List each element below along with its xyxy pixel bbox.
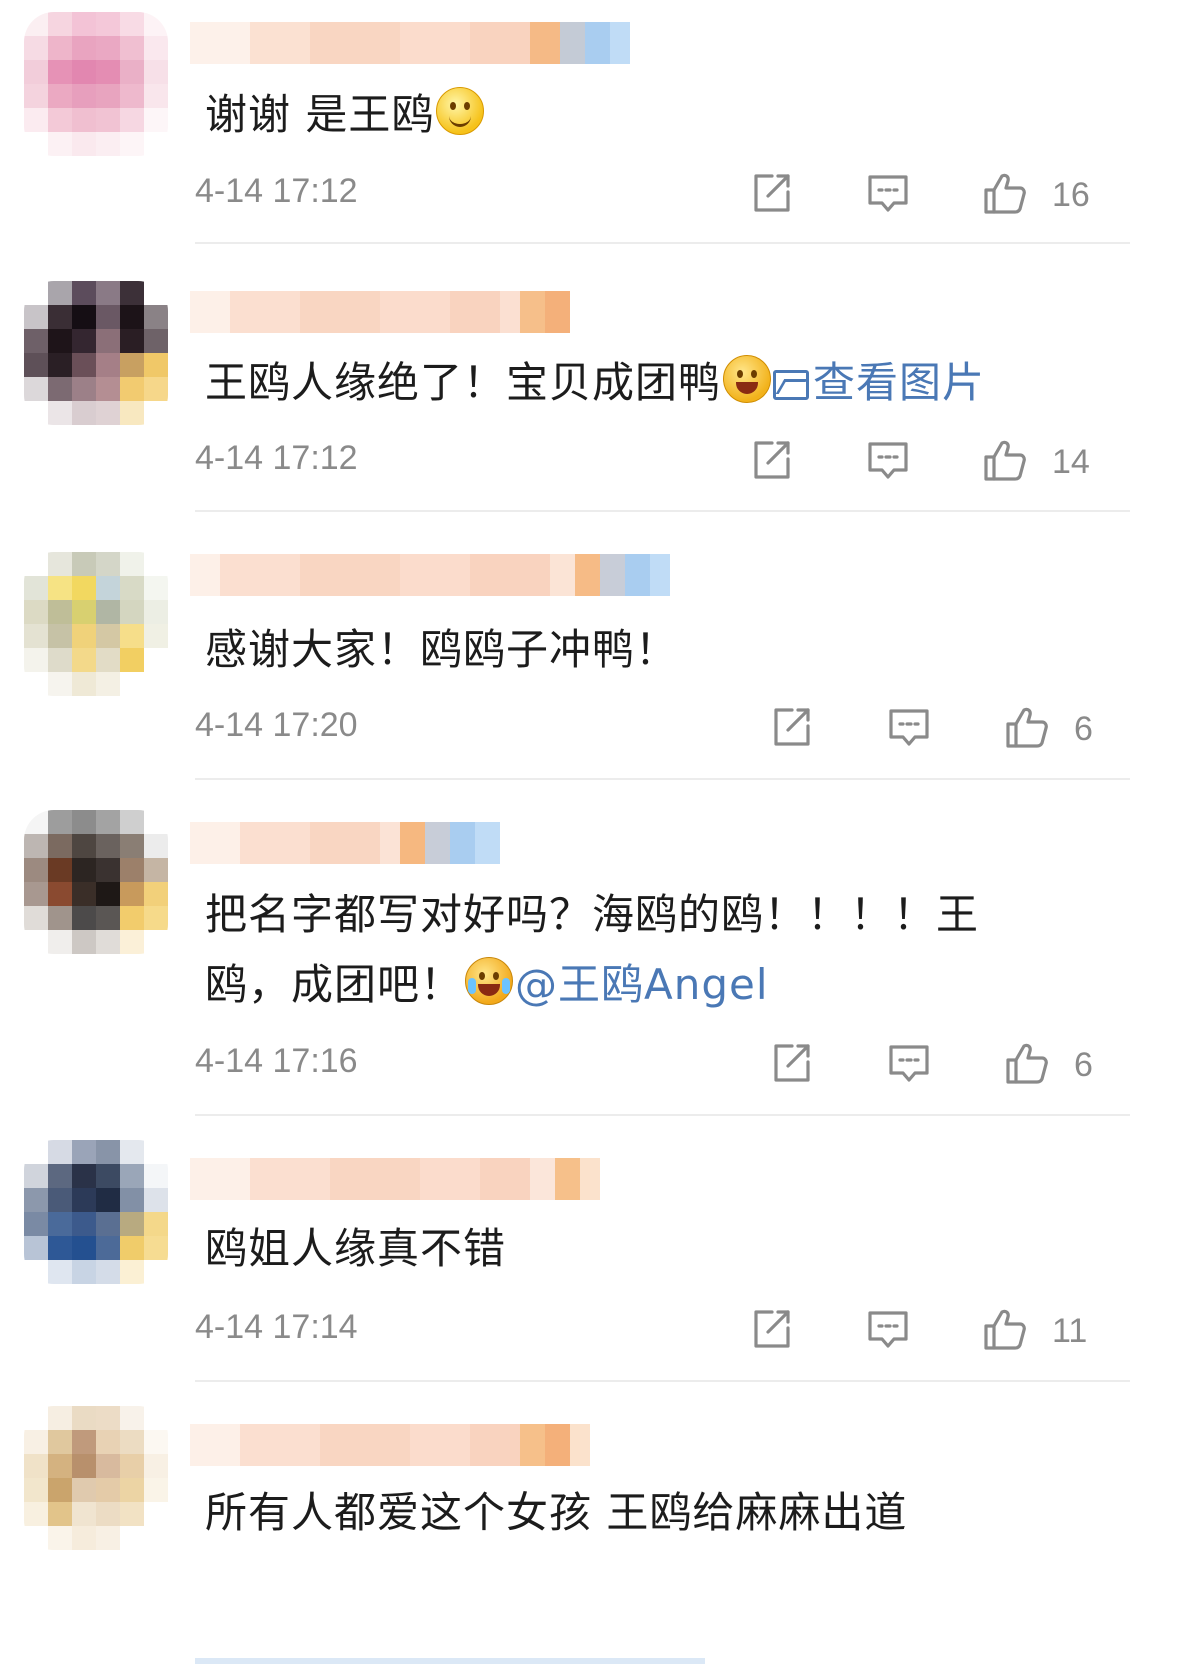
like-count: 14 <box>1052 443 1090 481</box>
comment-item: 谢谢 是王鸥 4-14 17:12 16 <box>0 0 1200 245</box>
comment-item: 鸥姐人缘真不错 4-14 17:14 11 <box>0 1116 1200 1382</box>
view-image-link[interactable]: 查看图片 <box>773 358 985 407</box>
avatar[interactable] <box>24 1140 168 1284</box>
share-icon[interactable] <box>748 1306 794 1352</box>
smile-emoji <box>436 87 485 135</box>
share-icon[interactable] <box>748 170 794 216</box>
like-icon[interactable] <box>982 170 1028 216</box>
timestamp: 4-14 17:14 <box>195 1308 358 1346</box>
username-blurred[interactable] <box>190 1424 590 1466</box>
username-blurred[interactable] <box>190 554 670 596</box>
like-count: 16 <box>1052 176 1090 214</box>
comment-item: 所有人都爱这个女孩 王鸥给麻麻出道 <box>0 1382 1200 1664</box>
comment-text: 所有人都爱这个女孩 王鸥给麻麻出道 <box>205 1478 1105 1548</box>
comment-text: 鸥姐人缘真不错 <box>205 1214 1105 1284</box>
timestamp: 4-14 17:12 <box>195 172 358 210</box>
timestamp: 4-14 17:16 <box>195 1042 358 1080</box>
grin-emoji <box>723 355 772 403</box>
action-bar: 14 <box>740 437 1110 493</box>
like-count: 6 <box>1074 710 1093 748</box>
like-icon[interactable] <box>1004 704 1050 750</box>
like-icon[interactable] <box>982 1306 1028 1352</box>
comment-text: 感谢大家！鸥鸥子冲鸭！ <box>205 615 1105 685</box>
avatar[interactable] <box>24 552 168 696</box>
image-icon <box>773 370 810 400</box>
comment-body: 所有人都爱这个女孩 王鸥给麻麻出道 <box>205 1488 908 1537</box>
comment-body-line2: 鸥，成团吧！ <box>205 960 464 1009</box>
comment-icon[interactable] <box>865 1306 911 1352</box>
comment-icon[interactable] <box>865 437 911 483</box>
username-blurred[interactable] <box>190 22 630 64</box>
avatar[interactable] <box>24 12 168 156</box>
action-bar: 6 <box>740 1040 1110 1096</box>
timestamp: 4-14 17:20 <box>195 706 358 744</box>
username-blurred[interactable] <box>190 822 500 864</box>
like-count: 6 <box>1074 1046 1093 1084</box>
comment-icon[interactable] <box>886 704 932 750</box>
share-icon[interactable] <box>768 704 814 750</box>
divider <box>195 242 1130 244</box>
comment-item: 感谢大家！鸥鸥子冲鸭！ 4-14 17:20 6 <box>0 512 1200 780</box>
like-icon[interactable] <box>982 437 1028 483</box>
comment-icon[interactable] <box>886 1040 932 1086</box>
comment-body: 王鸥人缘绝了！宝贝成团鸭 <box>205 358 722 407</box>
timestamp: 4-14 17:12 <box>195 439 358 477</box>
comment-text: 王鸥人缘绝了！宝贝成团鸭 查看图片 <box>205 348 1105 418</box>
comment-body: 鸥姐人缘真不错 <box>205 1224 507 1273</box>
like-count: 11 <box>1052 1312 1088 1350</box>
view-image-label: 查看图片 <box>813 358 986 407</box>
mention-link[interactable]: @王鸥Angel <box>515 960 769 1009</box>
comment-body-line1: 把名字都写对好吗？海鸥的鸥！！！！王 <box>205 890 980 939</box>
comment-item: 王鸥人缘绝了！宝贝成团鸭 查看图片 4-14 17:12 14 <box>0 245 1200 512</box>
action-bar: 11 <box>740 1306 1110 1362</box>
like-icon[interactable] <box>1004 1040 1050 1086</box>
comment-body: 谢谢 是王鸥 <box>205 90 435 139</box>
avatar[interactable] <box>24 1406 168 1550</box>
comment-body: 感谢大家！鸥鸥子冲鸭！ <box>205 625 679 674</box>
comment-text: 谢谢 是王鸥 <box>205 80 1105 150</box>
partial-row-highlight <box>195 1658 705 1664</box>
cry-emoji <box>465 957 514 1005</box>
comment-text: 把名字都写对好吗？海鸥的鸥！！！！王 鸥，成团吧！ @王鸥Angel <box>205 880 1105 1020</box>
share-icon[interactable] <box>768 1040 814 1086</box>
comment-icon[interactable] <box>865 170 911 216</box>
avatar[interactable] <box>24 810 168 954</box>
action-bar: 6 <box>740 704 1110 760</box>
share-icon[interactable] <box>748 437 794 483</box>
comment-item: 把名字都写对好吗？海鸥的鸥！！！！王 鸥，成团吧！ @王鸥Angel 4-14 1… <box>0 780 1200 1116</box>
username-blurred[interactable] <box>190 291 570 333</box>
username-blurred[interactable] <box>190 1158 600 1200</box>
action-bar: 16 <box>740 170 1110 226</box>
avatar[interactable] <box>24 281 168 425</box>
